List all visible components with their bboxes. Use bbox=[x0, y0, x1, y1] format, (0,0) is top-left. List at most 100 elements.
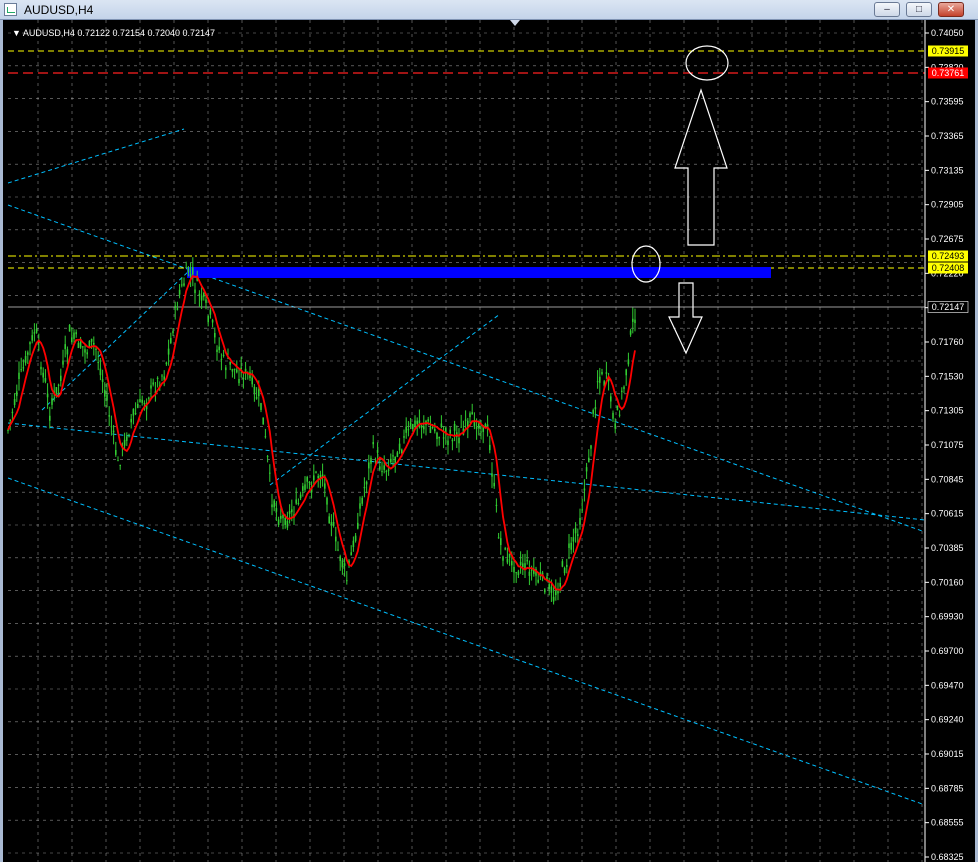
candle-body bbox=[264, 436, 267, 438]
candle-body bbox=[44, 378, 47, 382]
candle-body bbox=[343, 563, 346, 566]
candle-body bbox=[570, 542, 572, 550]
candle-body bbox=[451, 439, 454, 442]
candle-body bbox=[324, 483, 326, 489]
candle-body bbox=[51, 398, 53, 405]
axis-label: 0.73135 bbox=[931, 165, 964, 175]
candle-body bbox=[387, 469, 390, 471]
candle-body bbox=[170, 337, 172, 344]
candle-body bbox=[238, 378, 240, 384]
candle-body bbox=[581, 509, 583, 511]
candle-body bbox=[559, 583, 561, 587]
candle-body bbox=[574, 527, 577, 534]
candle-body bbox=[255, 397, 258, 399]
candle-body bbox=[548, 584, 550, 590]
candle-body bbox=[31, 335, 33, 341]
candle-body bbox=[566, 564, 568, 568]
candle-body bbox=[493, 482, 495, 487]
candle-body bbox=[68, 325, 71, 332]
candle-body bbox=[552, 596, 555, 602]
axis-label: 0.70615 bbox=[931, 509, 964, 519]
candle-body bbox=[339, 556, 341, 562]
axis-label: 0.69930 bbox=[931, 612, 964, 622]
candle-body bbox=[22, 367, 25, 369]
candle-body bbox=[225, 367, 227, 371]
candle-body bbox=[605, 372, 608, 374]
candle-body bbox=[205, 299, 207, 303]
candle-body bbox=[524, 563, 526, 569]
candle-body bbox=[365, 481, 368, 485]
candle-body bbox=[431, 426, 434, 428]
candle-body bbox=[497, 537, 500, 539]
maximize-button[interactable]: □ bbox=[906, 2, 932, 17]
trendline-channel-bottom bbox=[7, 477, 926, 806]
candle-body bbox=[46, 393, 49, 398]
candle-body bbox=[132, 408, 135, 416]
candle-body bbox=[317, 475, 319, 479]
candle-body bbox=[218, 346, 220, 351]
candle-body bbox=[84, 349, 86, 353]
candle-body bbox=[394, 456, 396, 463]
candle-body bbox=[64, 344, 66, 349]
price-box-label: 0.73761 bbox=[932, 68, 965, 78]
trendline-rise-left bbox=[41, 269, 191, 411]
candle-body bbox=[616, 405, 619, 411]
candle-body bbox=[13, 399, 16, 406]
candle-body bbox=[128, 434, 130, 436]
candle-body bbox=[222, 354, 225, 356]
candle-body bbox=[269, 472, 271, 474]
candle-body bbox=[134, 413, 137, 415]
candle-body bbox=[361, 497, 363, 504]
candle-body bbox=[434, 429, 436, 432]
candle-body bbox=[376, 450, 379, 453]
candle-body bbox=[504, 548, 506, 550]
candle-body bbox=[150, 385, 152, 389]
candle-body bbox=[115, 450, 117, 455]
axis-label: 0.70160 bbox=[931, 577, 964, 587]
candle-body bbox=[585, 467, 588, 472]
candle-body bbox=[262, 417, 264, 425]
minimize-button[interactable]: – bbox=[874, 2, 900, 17]
candle-body bbox=[502, 556, 504, 561]
candle-body bbox=[506, 558, 509, 563]
trendline-upper-left bbox=[7, 128, 185, 184]
candle-body bbox=[478, 423, 480, 429]
trendline-middle bbox=[7, 422, 926, 521]
candle-body bbox=[77, 342, 80, 349]
candle-body bbox=[423, 426, 425, 430]
axis-label: 0.71760 bbox=[931, 337, 964, 347]
axis-label: 0.73365 bbox=[931, 131, 964, 141]
candle-body bbox=[328, 516, 330, 524]
window-title: AUDUSD,H4 bbox=[24, 3, 94, 17]
candle-body bbox=[550, 586, 553, 593]
candle-body bbox=[440, 423, 443, 427]
candle-body bbox=[526, 559, 528, 562]
candle-body bbox=[90, 338, 93, 342]
candle-body bbox=[130, 418, 132, 423]
axis-label: 0.69015 bbox=[931, 749, 964, 759]
candle-body bbox=[112, 430, 115, 433]
candle-body bbox=[469, 413, 471, 418]
candle-body bbox=[500, 538, 502, 546]
symbol-info-label: ▼ AUDUSD,H4 0.72122 0.72154 0.72040 0.72… bbox=[12, 28, 216, 38]
candle-body bbox=[75, 332, 77, 335]
candle-body bbox=[368, 462, 370, 469]
candle-body bbox=[544, 589, 546, 593]
candle-body bbox=[152, 382, 154, 385]
candle-body bbox=[9, 419, 11, 421]
candle-body bbox=[363, 486, 366, 489]
candle-body bbox=[139, 399, 141, 403]
candle-body bbox=[530, 570, 533, 572]
price-chart[interactable]: 0.740500.738200.735950.733650.731350.729… bbox=[0, 20, 978, 862]
candle-body bbox=[381, 471, 383, 473]
candle-body bbox=[302, 486, 304, 491]
close-button[interactable]: ✕ bbox=[938, 2, 964, 17]
candle-body bbox=[592, 409, 594, 414]
candle-body bbox=[313, 475, 315, 481]
candle-body bbox=[174, 305, 176, 308]
candle-body bbox=[522, 563, 524, 568]
candle-body bbox=[590, 445, 592, 449]
candle-body bbox=[161, 375, 163, 377]
candle-body bbox=[33, 332, 36, 334]
candle-body bbox=[167, 348, 170, 355]
